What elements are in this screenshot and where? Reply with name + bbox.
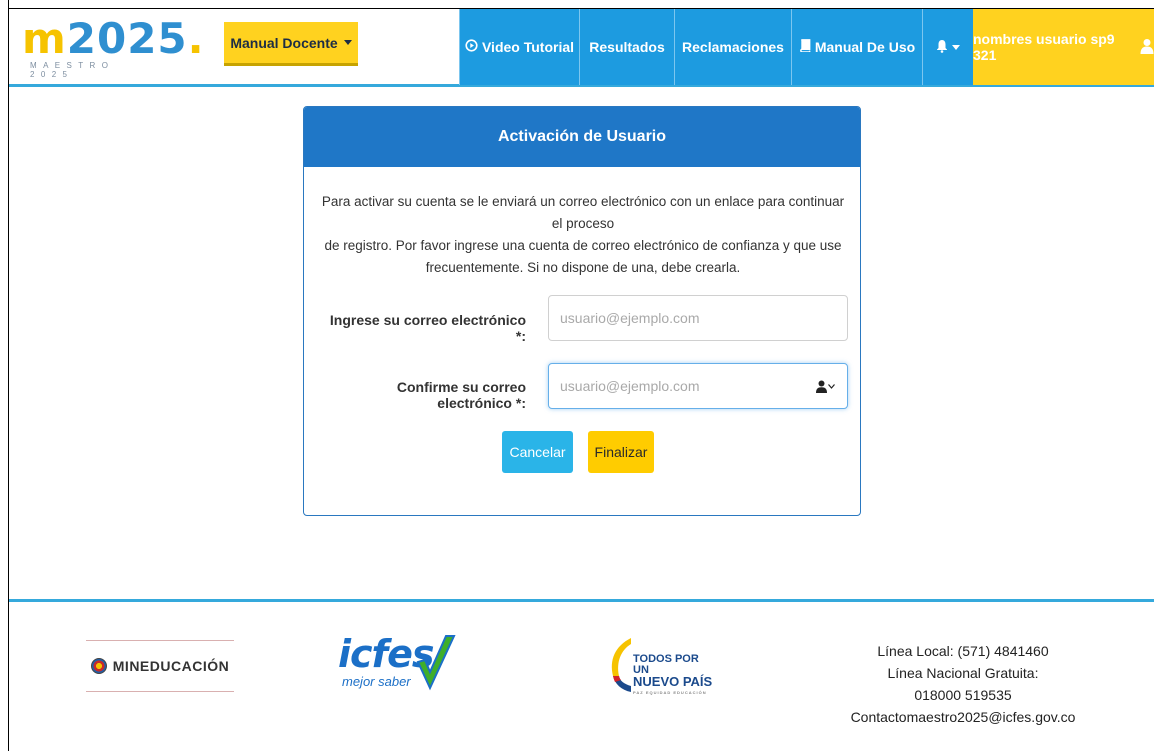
manual-docente-dropdown[interactable]: Manual Docente xyxy=(224,22,358,66)
nav-video-label: Video Tutorial xyxy=(481,39,575,55)
user-icon xyxy=(1140,38,1154,57)
icfes-logo[interactable]: icfes mejor saber xyxy=(338,632,458,702)
mineducacion-logo[interactable]: MINEDUCACIÓN xyxy=(86,640,234,692)
notifications-dropdown[interactable] xyxy=(922,9,973,85)
footer-divider xyxy=(9,599,1154,602)
logo-subtitle: MAESTRO 2025 xyxy=(30,61,115,79)
contact-local-line: Línea Local: (571) 4841460 xyxy=(877,643,1049,659)
mineducacion-label: MINEDUCACIÓN xyxy=(112,658,230,674)
email-field[interactable] xyxy=(548,295,848,341)
nav-resultados[interactable]: Resultados xyxy=(579,9,674,85)
contact-card-icon[interactable] xyxy=(816,380,835,393)
play-circle-icon xyxy=(465,39,478,55)
window-edge xyxy=(8,0,9,751)
nav-reclamaciones-label: Reclamaciones xyxy=(682,39,784,55)
user-menu[interactable]: nombres usuario sp9 321 xyxy=(973,9,1154,85)
manual-docente-label: Manual Docente xyxy=(230,34,338,51)
confirm-email-field[interactable] xyxy=(548,363,848,409)
todos-por-un-nuevo-pais-text: TODOS POR UN NUEVO PAÍS PAZ EQUIDAD EDUC… xyxy=(633,653,713,696)
cancel-button[interactable]: Cancelar xyxy=(502,431,573,473)
colombia-flag-swoosh-icon xyxy=(611,638,631,692)
contact-national-label: Línea Nacional Gratuita: xyxy=(887,665,1039,681)
logo-wordmark: m2025. xyxy=(22,14,205,63)
email-label: Ingrese su correo electrónico *: xyxy=(329,312,526,344)
todos-por-un-nuevo-pais-logo[interactable]: TODOS POR UN NUEVO PAÍS PAZ EQUIDAD EDUC… xyxy=(607,636,717,696)
chevron-down-icon xyxy=(343,40,352,45)
contact-national-number: 018000 519535 xyxy=(914,687,1012,703)
contact-info: Línea Local: (571) 4841460 Línea Naciona… xyxy=(850,640,1076,728)
book-icon xyxy=(799,39,811,55)
contact-email[interactable]: Contactomaestro2025@icfes.gov.co xyxy=(850,706,1076,728)
finish-button[interactable]: Finalizar xyxy=(588,431,654,473)
bell-icon xyxy=(936,39,948,56)
chevron-down-icon xyxy=(952,44,960,50)
activation-panel: Activación de Usuario Para activar su cu… xyxy=(303,106,861,516)
nav-video-tutorial[interactable]: Video Tutorial xyxy=(459,9,579,85)
nav-resultados-label: Resultados xyxy=(589,39,665,55)
icfes-tagline: mejor saber xyxy=(342,674,411,689)
nav-manual-label: Manual De Uso xyxy=(814,39,916,55)
panel-title: Activación de Usuario xyxy=(304,107,860,167)
user-name: nombres usuario sp9 321 xyxy=(973,31,1115,63)
nav-reclamaciones[interactable]: Reclamaciones xyxy=(674,9,791,85)
confirm-email-label: Confirme su correo electrónico *: xyxy=(396,379,526,411)
m2025-logo[interactable]: m2025. MAESTRO 2025 xyxy=(22,14,205,80)
nav-manual-de-uso[interactable]: Manual De Uso xyxy=(791,9,922,85)
colombia-seal-icon xyxy=(90,658,107,674)
checkmark-icon xyxy=(416,635,456,691)
activation-instructions: Para activar su cuenta se le enviará un … xyxy=(321,194,845,275)
